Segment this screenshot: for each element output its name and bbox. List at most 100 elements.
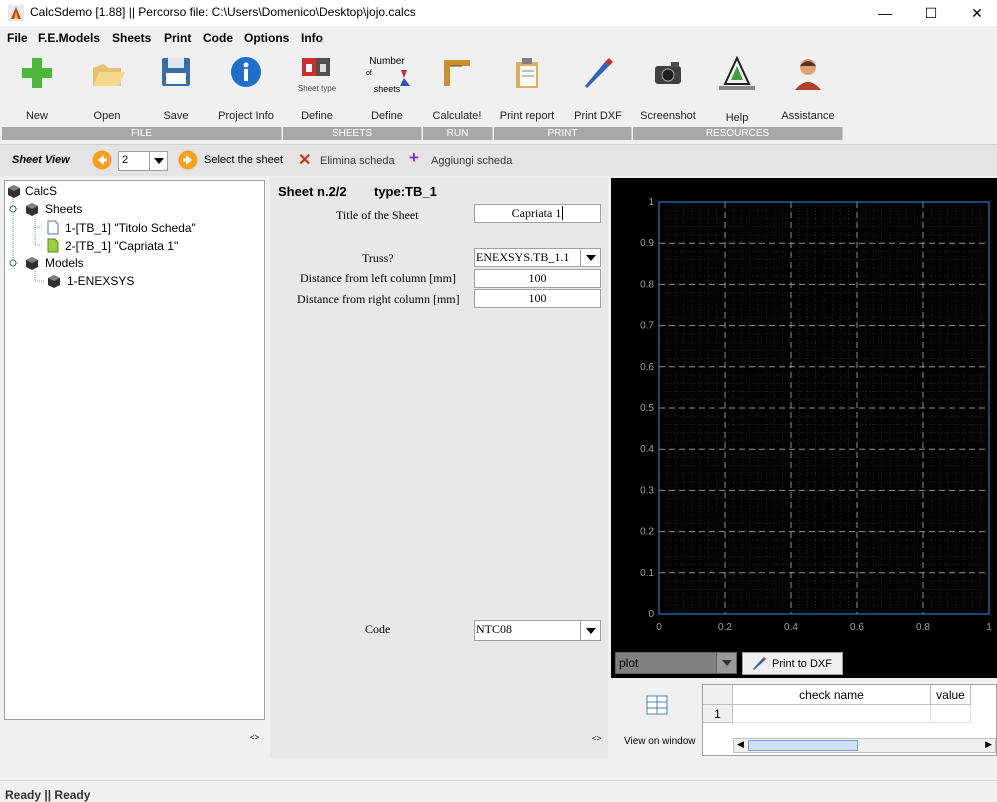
menu-file[interactable]: File [7,31,28,45]
plot-mode-value: plot [619,656,639,670]
group-sheets: SHEETS [283,127,422,140]
tree-root[interactable]: CalcS [7,184,57,198]
help-button[interactable]: Help [702,50,772,126]
add-sheet-button[interactable]: Aggiungi scheda [431,155,512,167]
code-value: NTC08 [476,622,512,636]
chevron-down-icon[interactable] [580,621,600,640]
scroll-right-icon[interactable]: ▶ [985,739,992,750]
cube-icon [26,203,38,216]
left-distance-input[interactable]: 100 [474,269,601,288]
close-button[interactable]: ✕ [954,0,997,26]
menu-fe-models[interactable]: F.E.Models [38,31,100,45]
assistance-button[interactable]: Assistance [773,50,843,126]
truss-value: ENEXSYS.TB_1.1 [476,250,570,264]
y-tick-label: 0.2 [640,527,654,538]
scroll-left-icon[interactable]: ◀ [737,739,744,750]
y-tick-label: 0 [648,609,654,620]
print-report-button[interactable]: Print report [492,50,562,126]
pen-icon [585,58,613,88]
document-filled-icon [47,238,59,253]
open-button[interactable]: Open [72,50,142,126]
ribbon-toolbar: New Open Save Project Info Sheet type De… [0,50,997,143]
calculate-button[interactable]: Calculate! [422,50,492,126]
sheet-type-caption: Sheet type [297,84,337,93]
app-icon [8,5,24,21]
y-tick-label: 0.1 [640,568,654,579]
menu-print[interactable]: Print [164,31,191,45]
open-label: Open [93,110,121,122]
cube-icon [48,275,60,288]
window-title: CalcSdemo [1.88] || Percorso file: C:\Us… [30,5,416,19]
group-file: FILE [2,127,282,140]
menu-info[interactable]: Info [301,31,323,45]
plot-mode-select[interactable]: plot [615,652,737,674]
menu-sheets[interactable]: Sheets [112,31,151,45]
scrollbar-thumb[interactable] [748,740,858,751]
tree-model-item[interactable]: 1-ENEXSYS [47,274,134,288]
menu-options[interactable]: Options [244,31,289,45]
y-tick-label: 0.9 [640,238,654,249]
screenshot-button[interactable]: Screenshot [633,50,703,126]
add-icon[interactable]: + [409,148,419,168]
x-tick-label: 0.8 [916,622,930,633]
define-number-sheets-label: Define [371,110,403,122]
column-header-check-name[interactable]: check name [733,685,931,705]
delete-sheet-button[interactable]: Elimina scheda [320,155,395,167]
print-to-dxf-button[interactable]: Print to DXF [742,652,843,675]
tree-sheets-node[interactable]: Sheets [25,202,82,216]
calculate-label: Calculate! [432,110,482,122]
plot-area: 0 0.2 0.4 0.6 0.8 1 0 0.1 0.2 0.3 0.4 0.5 0.6 0.7 0.8 0… [611,178,997,678]
sheet-form-panel: Sheet n.2/2 type:TB_1 Title of the Sheet… [270,178,608,758]
plot-controls: plot Print to DXF [611,650,997,678]
define-number-sheets-button[interactable]: Number of sheets Define [352,50,422,126]
view-on-window-button[interactable]: View on window [613,682,699,756]
y-tick-label: 0.8 [640,279,654,290]
chevron-down-icon[interactable] [716,653,736,673]
print-dxf-button[interactable]: Print DXF [563,50,633,126]
minimize-button[interactable]: — [862,0,908,26]
project-info-button[interactable]: Project Info [211,50,281,126]
horizontal-scrollbar[interactable]: ◀ ▶ [733,738,996,753]
splitter-handle-icon[interactable]: <> [592,734,601,743]
sheets-caption: sheets [373,84,401,94]
print-dxf-label: Print DXF [574,110,622,122]
maximize-button[interactable]: ☐ [908,0,954,26]
chevron-down-icon[interactable] [149,152,167,170]
menu-code[interactable]: Code [203,31,233,45]
checks-table: check name value 1 ◀ ▶ [702,684,997,756]
tree-sheet-item[interactable]: 2-[TB_1] "Capriata 1" [47,238,178,253]
truss-label: Truss? [362,251,394,265]
left-panel-footer: <> [0,720,268,758]
define-sheet-type-button[interactable]: Sheet type Define [282,50,352,126]
truss-select[interactable]: ENEXSYS.TB_1.1 [474,248,601,267]
tree-models-node[interactable]: Models [25,256,84,270]
right-distance-label: Distance from right column [mm] [297,292,460,306]
sheet-number-select[interactable]: 2 [118,151,168,171]
title-input[interactable]: Capriata 1 [474,204,601,223]
table-cell-check-name[interactable] [733,705,931,723]
column-header-value[interactable]: value [931,685,971,705]
chevron-down-icon[interactable] [580,249,600,266]
sheet-view-bar: Sheet View 2 Select the sheet ✕ Elimina … [0,144,997,176]
save-button[interactable]: Save [141,50,211,126]
x-tick-label: 0 [656,622,662,633]
y-tick-label: 0.5 [640,403,654,414]
menu-bar: File F.E.Models Sheets Print Code Option… [0,28,997,48]
splitter-handle-icon[interactable]: <> [250,733,259,742]
group-print: PRINT [494,127,632,140]
tree-sheet-item[interactable]: 1-[TB_1] "Titolo Scheda" [47,220,196,235]
table-cell-value[interactable] [931,705,971,723]
title-value: Capriata 1 [511,206,562,220]
tree-sheets-label: Sheets [45,202,83,216]
sheet-type-header: type:TB_1 [374,184,437,199]
cube-icon [26,257,38,270]
tree-sheet-label: 2-[TB_1] "Capriata 1" [65,238,179,253]
previous-sheet-button[interactable] [92,150,112,170]
save-label: Save [163,110,189,122]
next-sheet-button[interactable] [178,150,198,170]
code-select[interactable]: NTC08 [474,620,601,641]
tree-model-label: 1-ENEXSYS [67,274,135,288]
new-button[interactable]: New [2,50,72,126]
delete-icon[interactable]: ✕ [298,150,311,170]
right-distance-input[interactable]: 100 [474,289,601,308]
